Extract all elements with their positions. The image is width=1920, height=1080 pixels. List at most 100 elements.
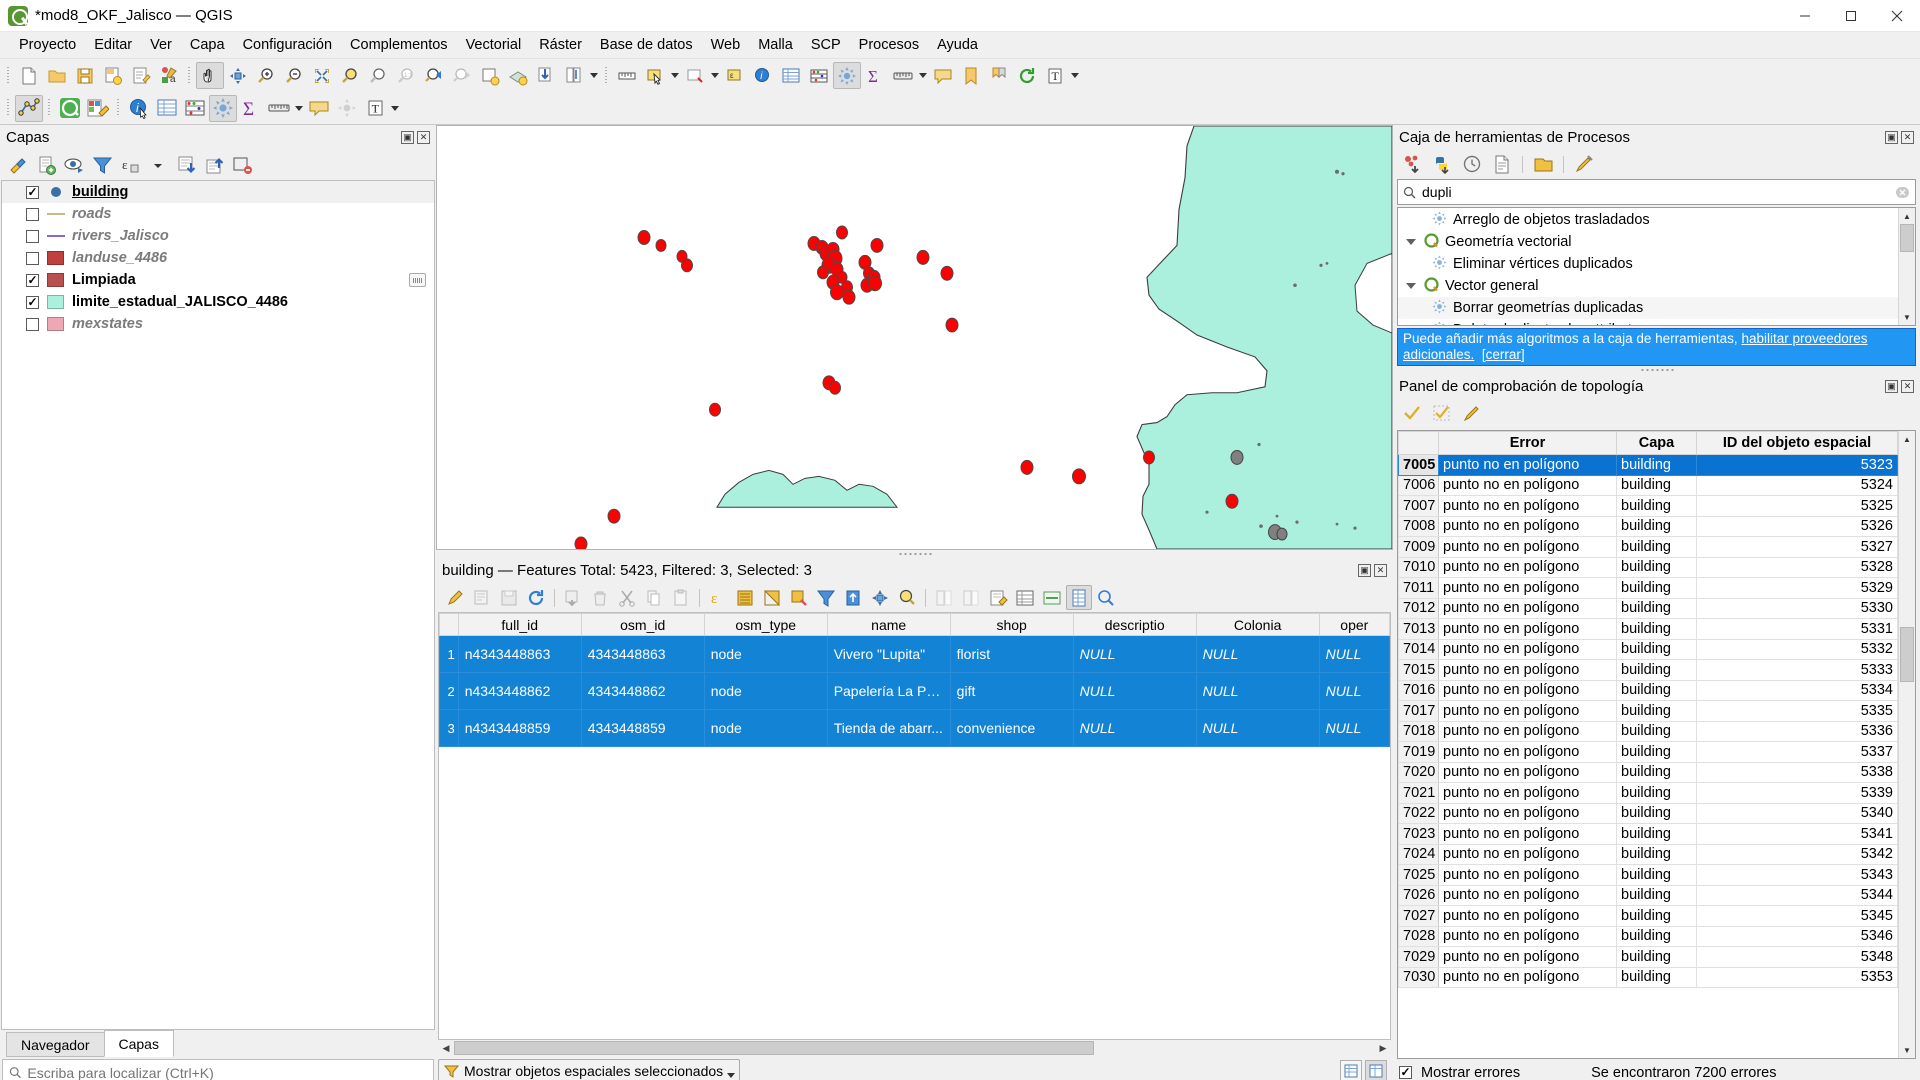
add-group-icon[interactable] bbox=[33, 153, 59, 178]
attribute-table-row[interactable]: 2 n4343448862 4343448862 node Papelería La P… bbox=[439, 672, 1390, 710]
statistics-icon[interactable] bbox=[805, 62, 833, 89]
toggle-form-view-icon[interactable] bbox=[1066, 585, 1092, 610]
deselect-icon[interactable] bbox=[681, 62, 709, 89]
cell-oper[interactable]: NULL bbox=[1318, 672, 1390, 710]
topology-layer-name[interactable]: building bbox=[1616, 638, 1697, 660]
topology-errors-list[interactable]: Error Capa ID del objeto espacial 7005 pu… bbox=[1397, 430, 1916, 1059]
cell-name[interactable]: Papelería La Pro... bbox=[826, 672, 951, 710]
algorithm-item[interactable]: Geometría vectorial bbox=[1398, 231, 1898, 253]
cell-oper[interactable]: NULL bbox=[1318, 709, 1390, 747]
zoom-out-icon[interactable] bbox=[280, 62, 308, 89]
dock-undock-icon[interactable] bbox=[1039, 585, 1065, 610]
topology-error-text[interactable]: punto no en polígono bbox=[1438, 474, 1617, 496]
toolbar-grip[interactable] bbox=[115, 97, 122, 119]
topology-errors-table[interactable]: Error Capa ID del objeto espacial 7005 pu… bbox=[1398, 431, 1898, 988]
reload-table-icon[interactable] bbox=[523, 585, 549, 610]
toolbar-grip[interactable] bbox=[5, 65, 12, 87]
move-selection-to-top-icon[interactable] bbox=[840, 585, 866, 610]
algo-scroll-track[interactable] bbox=[1899, 224, 1915, 309]
topology-error-row[interactable]: 7019 punto no en polígono building 5337 bbox=[1398, 741, 1898, 763]
cell-name[interactable]: Vivero "Lupita" bbox=[826, 635, 951, 673]
identify-features-icon[interactable]: i bbox=[749, 62, 777, 89]
topology-feature-id[interactable]: 5343 bbox=[1696, 864, 1898, 886]
column-header-oper[interactable]: oper bbox=[1318, 613, 1390, 636]
algorithm-item[interactable]: Delete duplicates by attribute bbox=[1398, 319, 1898, 325]
layer-visibility-checkbox[interactable] bbox=[26, 317, 39, 331]
topology-error-text[interactable]: punto no en polígono bbox=[1438, 659, 1617, 681]
topology-error-text[interactable]: punto no en polígono bbox=[1438, 597, 1617, 619]
topology-error-text[interactable]: punto no en polígono bbox=[1438, 782, 1617, 804]
topology-error-row[interactable]: 7006 punto no en polígono building 5324 bbox=[1398, 474, 1898, 496]
cell-name[interactable]: Tienda de abarr... bbox=[826, 709, 951, 747]
topology-layer-name[interactable]: building bbox=[1616, 946, 1697, 968]
layer-visibility-checkbox[interactable] bbox=[26, 185, 39, 199]
topology-layer-name[interactable]: building bbox=[1616, 679, 1697, 701]
topology-error-row[interactable]: 7014 punto no en polígono building 5332 bbox=[1398, 638, 1898, 660]
topology-error-row[interactable]: 7008 punto no en polígono building 5326 bbox=[1398, 515, 1898, 537]
form-view-button[interactable] bbox=[1365, 1060, 1387, 1080]
text-dropdown-icon[interactable] bbox=[389, 95, 401, 122]
topology-feature-id[interactable]: 5323 bbox=[1696, 454, 1898, 476]
topology-feature-id[interactable]: 5341 bbox=[1696, 823, 1898, 845]
topology-panel-close-icon[interactable]: ✕ bbox=[1901, 380, 1914, 393]
cell-full_id[interactable]: n4343448862 bbox=[457, 672, 582, 710]
topology-feature-id[interactable]: 5336 bbox=[1696, 720, 1898, 742]
layer-item-limpiada[interactable]: Limpiada bbox=[2, 269, 434, 291]
processing-toolbox-float-icon[interactable]: ▣ bbox=[1885, 131, 1898, 144]
select-dropdown-icon[interactable] bbox=[669, 62, 681, 89]
save-edits-icon[interactable] bbox=[496, 585, 522, 610]
topology-feature-id[interactable]: 5324 bbox=[1696, 474, 1898, 496]
topology-feature-id[interactable]: 5353 bbox=[1696, 966, 1898, 988]
topology-error-text[interactable]: punto no en polígono bbox=[1438, 454, 1617, 476]
topology-error-row[interactable]: 7017 punto no en polígono building 5335 bbox=[1398, 700, 1898, 722]
topology-error-text[interactable]: punto no en polígono bbox=[1438, 925, 1617, 947]
topology-feature-id[interactable]: 5342 bbox=[1696, 843, 1898, 865]
column-header-osm-id[interactable]: osm_id bbox=[580, 613, 705, 636]
hscroll-thumb[interactable] bbox=[454, 1041, 1094, 1055]
conditional-formatting-icon[interactable] bbox=[1012, 585, 1038, 610]
chevron-down-icon[interactable] bbox=[1406, 239, 1416, 245]
topology-column-error[interactable]: Error bbox=[1438, 431, 1617, 455]
locator-input[interactable] bbox=[27, 1064, 427, 1080]
menu-raster[interactable]: Ráster bbox=[530, 34, 591, 56]
topology-layer-name[interactable]: building bbox=[1616, 556, 1697, 578]
deselect-dropdown-icon[interactable] bbox=[709, 62, 721, 89]
topology-error-row[interactable]: 7023 punto no en polígono building 5341 bbox=[1398, 823, 1898, 845]
topology-layer-name[interactable]: building bbox=[1616, 577, 1697, 599]
menu-malla[interactable]: Malla bbox=[749, 34, 802, 56]
cell-oper[interactable]: NULL bbox=[1318, 635, 1390, 673]
zoom-next-icon[interactable] bbox=[448, 62, 476, 89]
topology-error-row[interactable]: 7016 punto no en polígono building 5334 bbox=[1398, 679, 1898, 701]
topology-layer-name[interactable]: building bbox=[1616, 720, 1697, 742]
zoom-full-icon[interactable] bbox=[308, 62, 336, 89]
zoom-last-icon[interactable] bbox=[420, 62, 448, 89]
toolbar-grip[interactable] bbox=[603, 65, 610, 87]
identify-info-icon[interactable]: i bbox=[125, 95, 153, 122]
menu-proyecto[interactable]: Proyecto bbox=[10, 34, 85, 56]
topology-error-row[interactable]: 7009 punto no en polígono building 5327 bbox=[1398, 536, 1898, 558]
configure-topology-icon[interactable] bbox=[1459, 400, 1485, 425]
topology-error-row[interactable]: 7010 punto no en polígono building 5328 bbox=[1398, 556, 1898, 578]
topology-error-text[interactable]: punto no en polígono bbox=[1438, 495, 1617, 517]
topology-layer-name[interactable]: building bbox=[1616, 782, 1697, 804]
topology-feature-id[interactable]: 5331 bbox=[1696, 618, 1898, 640]
attribute-table[interactable]: full_id osm_id osm_type name shop descri… bbox=[439, 613, 1390, 747]
tab-capas[interactable]: Capas bbox=[103, 1030, 174, 1057]
open-attribute-table-icon[interactable] bbox=[777, 62, 805, 89]
message-bar[interactable]: Puede añadir más algoritmos a la caja de… bbox=[1397, 328, 1916, 366]
open-layer-styling-icon[interactable] bbox=[5, 153, 31, 178]
topology-error-text[interactable]: punto no en polígono bbox=[1438, 679, 1617, 701]
measure-dropdown-icon[interactable] bbox=[917, 62, 929, 89]
topology-feature-id[interactable]: 5334 bbox=[1696, 679, 1898, 701]
layer-visibility-checkbox[interactable] bbox=[26, 273, 39, 287]
text-tool-icon[interactable]: T bbox=[361, 95, 389, 122]
attribute-table-grid[interactable]: full_id osm_id osm_type name shop descri… bbox=[438, 612, 1391, 1040]
topology-layer-name[interactable]: building bbox=[1616, 515, 1697, 537]
select-features-icon[interactable] bbox=[641, 62, 669, 89]
message-bar-close-link[interactable]: [cerrar] bbox=[1482, 347, 1525, 362]
layer-item-roads[interactable]: roads bbox=[2, 203, 434, 225]
topology-error-row[interactable]: 7007 punto no en polígono building 5325 bbox=[1398, 495, 1898, 517]
topology-error-text[interactable]: punto no en polígono bbox=[1438, 515, 1617, 537]
processing-search-box[interactable] bbox=[1397, 179, 1916, 205]
topology-feature-id[interactable]: 5346 bbox=[1696, 925, 1898, 947]
